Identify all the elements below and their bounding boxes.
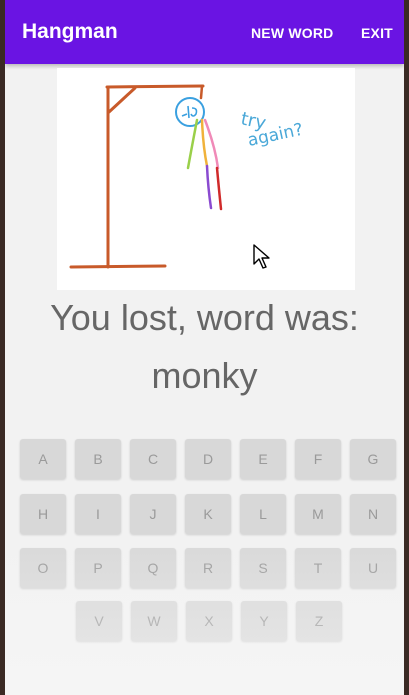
key-e[interactable]: E <box>240 439 286 479</box>
key-z[interactable]: Z <box>296 601 342 641</box>
key-f[interactable]: F <box>295 439 341 479</box>
key-v[interactable]: V <box>76 601 122 641</box>
key-o[interactable]: O <box>20 548 66 588</box>
phone-screen: Hangman NEW WORD EXIT try again? You los… <box>5 0 404 695</box>
key-i[interactable]: I <box>75 494 121 534</box>
key-q[interactable]: Q <box>130 548 176 588</box>
key-a[interactable]: A <box>20 439 66 479</box>
key-h[interactable]: H <box>20 494 66 534</box>
key-p[interactable]: P <box>75 548 121 588</box>
key-n[interactable]: N <box>350 494 396 534</box>
key-d[interactable]: D <box>185 439 231 479</box>
letter-keyboard: ABCDEFG HIJKLMN OPQRSTU VWXYZ <box>5 0 404 695</box>
key-w[interactable]: W <box>131 601 177 641</box>
key-b[interactable]: B <box>75 439 121 479</box>
key-u[interactable]: U <box>350 548 396 588</box>
mouse-pointer-icon <box>253 244 270 269</box>
key-l[interactable]: L <box>240 494 286 534</box>
key-g[interactable]: G <box>350 439 396 479</box>
key-k[interactable]: K <box>185 494 231 534</box>
key-s[interactable]: S <box>240 548 286 588</box>
key-c[interactable]: C <box>130 439 176 479</box>
key-t[interactable]: T <box>295 548 341 588</box>
key-y[interactable]: Y <box>241 601 287 641</box>
key-r[interactable]: R <box>185 548 231 588</box>
key-j[interactable]: J <box>130 494 176 534</box>
key-m[interactable]: M <box>295 494 341 534</box>
key-x[interactable]: X <box>186 601 232 641</box>
